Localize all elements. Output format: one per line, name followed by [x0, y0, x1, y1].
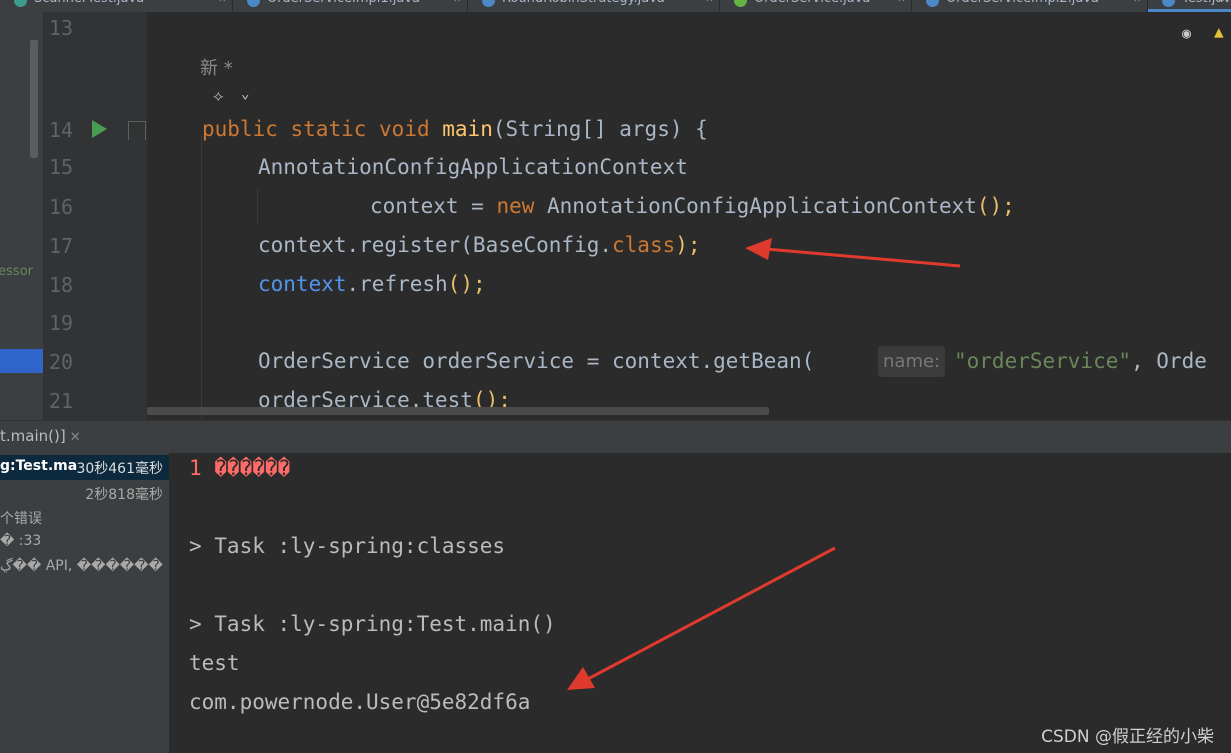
- project-panel[interactable]: essor: [0, 12, 43, 420]
- console-output[interactable]: 1 ������ > Task :ly-spring:classes > Task …: [170, 453, 1231, 753]
- editor-tab-label: ScannerTest.java: [34, 0, 144, 6]
- horizontal-scrollbar[interactable]: [147, 407, 769, 415]
- generate-icon[interactable]: ⟡: [213, 86, 224, 106]
- run-tree-item-label: 个错误: [0, 511, 42, 527]
- console-line: > Task :ly-spring:Test.main(): [189, 612, 556, 636]
- run-tree-item-label: � :33: [0, 533, 42, 549]
- file-type-icon: [926, 0, 939, 7]
- code-token: OrderService orderService = context.getB…: [258, 349, 815, 373]
- chevron-down-icon[interactable]: ⌄: [241, 86, 249, 102]
- line-number: 19: [49, 311, 74, 335]
- bookmark-gutter-icon[interactable]: [128, 121, 146, 140]
- run-window-header: [0, 420, 1231, 454]
- run-tree-item[interactable]: � :33: [0, 530, 169, 555]
- code-token: AnnotationConfigApplicationContext: [534, 194, 977, 218]
- indent-guide: [257, 188, 258, 224]
- editor-tab-label: RoundRobinStrategy.java: [502, 0, 665, 6]
- code-token: static: [290, 117, 367, 141]
- editor-tab-label: OrderService.java: [754, 0, 870, 6]
- run-tree-item[interactable]: 2秒818毫秒: [0, 481, 169, 506]
- code-token: main: [442, 117, 493, 141]
- close-icon[interactable]: ✕: [706, 0, 713, 5]
- run-tree-item-label: ڲ�� API, ������: [0, 558, 163, 574]
- close-icon[interactable]: ✕: [219, 0, 226, 5]
- close-icon[interactable]: ✕: [454, 0, 461, 5]
- project-selected-item[interactable]: [0, 349, 43, 373]
- code-line-14[interactable]: public static void main(String[] args) {: [202, 117, 708, 141]
- code-token: context: [258, 272, 347, 296]
- close-icon[interactable]: ✕: [70, 430, 81, 445]
- file-type-icon: [14, 0, 27, 7]
- console-line: test: [189, 651, 240, 675]
- editor-tab[interactable]: OrderServiceImpl2.java ✕: [912, 0, 1148, 12]
- run-tree-item[interactable]: 个错误: [0, 505, 169, 530]
- code-token: ();: [976, 194, 1015, 218]
- code-line-17[interactable]: context.register(BaseConfig.class);: [258, 233, 701, 257]
- project-scrollbar[interactable]: [30, 40, 38, 158]
- indent-guide: [201, 136, 202, 420]
- editor-tab[interactable]: ScannerTest.java ✕: [0, 0, 233, 12]
- code-token: class: [612, 233, 676, 257]
- run-tree-item-label: g:Test.ma: [0, 458, 78, 474]
- close-icon[interactable]: ✕: [898, 0, 905, 5]
- code-line-20[interactable]: OrderService orderService = context.getB…: [258, 349, 814, 373]
- run-tab[interactable]: t.main()] ✕: [0, 427, 81, 445]
- editor-tab-label: OrderServiceImpl2.java: [946, 0, 1099, 6]
- close-icon[interactable]: ✕: [1218, 0, 1225, 5]
- code-token: context.register(BaseConfig.: [258, 233, 613, 257]
- code-line-18[interactable]: context.refresh();: [258, 272, 486, 296]
- editor-tab[interactable]: OrderServiceImpl1.java ✕: [233, 0, 468, 12]
- code-line-15[interactable]: AnnotationConfigApplicationContext: [258, 155, 688, 179]
- run-tree-item-duration: 30秒461毫秒: [76, 461, 163, 477]
- line-number: 13: [49, 16, 74, 40]
- code-token: "orderService": [954, 349, 1132, 373]
- code-token: public: [202, 117, 278, 141]
- run-tree-item[interactable]: ڲ�� API, ������: [0, 555, 169, 580]
- reader-mode-icon[interactable]: ◉: [1182, 24, 1191, 42]
- console-line: > Task :ly-spring:classes: [189, 534, 506, 558]
- editor-tab-label: OrderServiceImpl1.java: [267, 0, 420, 6]
- code-token: void: [379, 117, 430, 141]
- code-editor[interactable]: 新 * ⟡ ⌄ public static void main(String[]…: [147, 12, 1231, 420]
- line-number: 16: [49, 195, 74, 219]
- project-item-label[interactable]: essor: [0, 264, 33, 279]
- file-type-icon: [1162, 0, 1175, 7]
- code-token: );: [675, 233, 701, 257]
- watermark: CSDN @假正经的小柴: [1041, 727, 1214, 747]
- run-gutter-icon[interactable]: [92, 120, 107, 138]
- line-number: 20: [49, 350, 74, 374]
- line-number: 21: [49, 389, 74, 413]
- editor-tab[interactable]: RoundRobinStrategy.java ✕: [468, 0, 720, 12]
- line-number: 14: [49, 118, 74, 142]
- code-token: , Orde: [1131, 349, 1207, 373]
- code-token: ();: [447, 272, 486, 296]
- line-number: 15: [49, 155, 74, 179]
- editor-tab[interactable]: OrderService.java ✕: [720, 0, 912, 12]
- run-tree-item-duration: 2秒818毫秒: [85, 487, 163, 503]
- editor-tab-bar: ScannerTest.java ✕ OrderServiceImpl1.java ✕…: [0, 0, 1231, 12]
- file-type-icon: [247, 0, 260, 7]
- code-token: new: [496, 194, 535, 218]
- editor-tab[interactable]: Test.java✕: [1148, 0, 1231, 12]
- close-icon[interactable]: ✕: [1134, 0, 1141, 5]
- warning-icon[interactable]: ▲: [1214, 22, 1224, 41]
- console-line: com.powernode.User@5e82df6a: [189, 690, 531, 714]
- line-number: 18: [49, 273, 74, 297]
- line-number-gutter: 13 14 15 16 17 18 19 20 21: [43, 12, 147, 420]
- code-line-16[interactable]: context = new AnnotationConfigApplicatio…: [370, 194, 1015, 218]
- code-token: .refresh: [346, 272, 448, 296]
- run-tree[interactable]: g:Test.ma 30秒461毫秒 2秒818毫秒 个错误 � :33 ڲ�� API…: [0, 453, 170, 753]
- author-hint: 新 *: [200, 58, 233, 79]
- code-line-20-cont[interactable]: "orderService", Orde: [954, 349, 1207, 373]
- run-tab-label: t.main()]: [0, 427, 66, 445]
- file-type-icon: [734, 0, 747, 7]
- file-type-icon: [482, 0, 495, 7]
- console-line: 1 ������: [189, 456, 291, 480]
- code-token: (String[] args) {: [492, 117, 708, 141]
- code-token: context =: [370, 194, 497, 218]
- line-number: 17: [49, 234, 74, 258]
- parameter-hint: name:: [878, 346, 946, 377]
- run-tree-item[interactable]: g:Test.ma 30秒461毫秒: [0, 455, 169, 480]
